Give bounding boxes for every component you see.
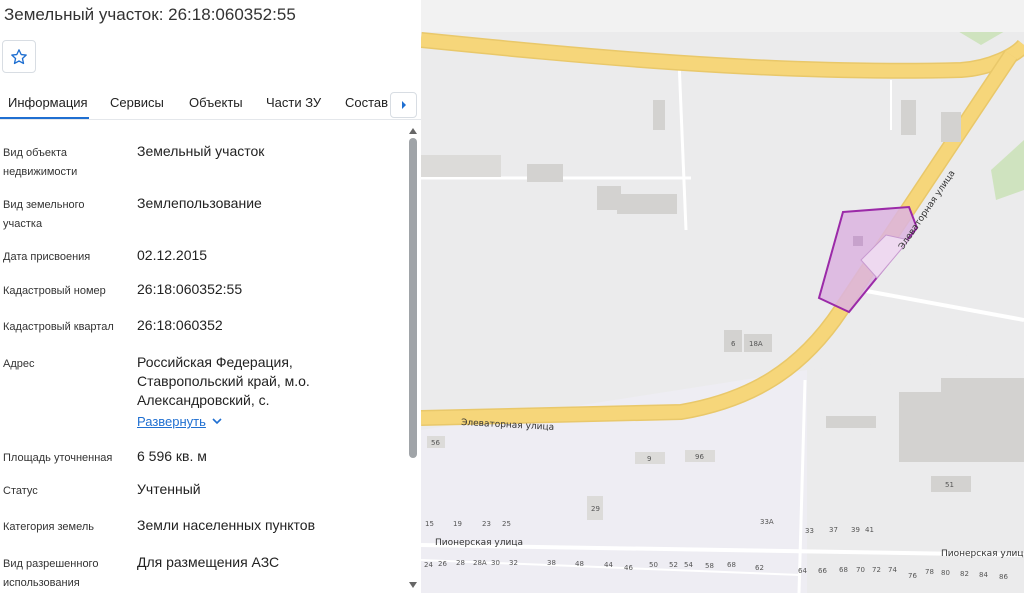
house-number-label: 44	[604, 561, 613, 569]
tab-information[interactable]: Информация	[8, 95, 88, 110]
info-panel: Земельный участок: 26:18:060352:55 Инфор…	[0, 0, 421, 593]
chevron-right-icon	[401, 101, 406, 109]
value-cadastral-quarter: 26:18:060352	[137, 317, 223, 333]
label-area: Площадь уточненная	[3, 452, 113, 464]
house-number-label: 9	[647, 455, 651, 463]
house-number-label: 23	[482, 520, 491, 528]
street-label: Пионерская улица	[435, 538, 523, 548]
page-title: Земельный участок: 26:18:060352:55	[4, 5, 296, 24]
label-status: Статус	[3, 485, 38, 497]
house-number-label: 6	[731, 340, 736, 348]
house-number-label: 38	[547, 559, 556, 567]
house-number-label: 62	[755, 564, 764, 572]
house-number-label: 37	[829, 526, 838, 534]
label-object-type: Вид объекта недвижимости	[3, 147, 78, 178]
house-number-label: 80	[941, 569, 950, 577]
value-object-type: Земельный участок	[137, 143, 265, 159]
chevron-down-icon	[212, 418, 222, 425]
house-number-label: 15	[425, 520, 434, 528]
house-number-label: 68	[839, 566, 848, 574]
house-number-label: 25	[502, 520, 511, 528]
house-number-label: 54	[684, 561, 693, 569]
house-number-label: 78	[925, 568, 934, 576]
map-view[interactable]: Элеваторная улица Элеваторная улица Пион…	[421, 0, 1024, 593]
house-number-label: 24	[424, 561, 433, 569]
value-area: 6 596 кв. м	[137, 448, 207, 464]
value-assignment-date: 02.12.2015	[137, 247, 208, 263]
value-cadastral-number: 26:18:060352:55	[137, 281, 243, 297]
active-tab-indicator	[0, 117, 89, 119]
label-cadastral-number: Кадастровый номер	[3, 285, 106, 297]
value-permitted-use: Для размещения АЗС	[137, 554, 280, 570]
house-number-label: 86	[999, 573, 1008, 581]
tab-objects[interactable]: Объекты	[189, 95, 243, 110]
house-number-label: 41	[865, 526, 874, 534]
house-number-label: 30	[491, 559, 500, 567]
house-number-label: 72	[872, 566, 881, 574]
house-number-label: 76	[908, 572, 917, 580]
street-label: Пионерская улица	[941, 549, 1024, 559]
house-number-label: 26	[438, 560, 447, 568]
favorite-button[interactable]	[2, 40, 36, 73]
label-permitted-use: Вид разрешенного использования	[3, 558, 99, 589]
map-canvas: Элеваторная улица Элеваторная улица Пион…	[421, 0, 1024, 593]
value-address: Российская Федерация, Ставропольский кра…	[137, 354, 310, 408]
label-assignment-date: Дата присвоения	[3, 251, 91, 263]
house-number-label: 70	[856, 566, 865, 574]
house-number-label: 18А	[749, 340, 763, 348]
house-number-label: 33А	[760, 518, 774, 526]
house-number-label: 46	[624, 564, 633, 572]
house-number-label: 51	[945, 481, 954, 489]
house-number-label: 33	[805, 527, 814, 535]
house-number-label: 68	[727, 561, 736, 569]
label-address: Адрес	[3, 358, 35, 370]
expand-label: Развернуть	[137, 414, 206, 429]
house-number-label: 48	[575, 560, 584, 568]
tab-services[interactable]: Сервисы	[110, 95, 164, 110]
value-parcel-type: Землепользование	[137, 195, 262, 211]
house-number-label: 19	[453, 520, 462, 528]
house-number-label: 28А	[473, 559, 487, 567]
house-number-label: 64	[798, 567, 807, 575]
house-number-label: 84	[979, 571, 988, 579]
tab-composition[interactable]: Состав	[345, 95, 388, 110]
tab-land-parts[interactable]: Части ЗУ	[266, 95, 321, 110]
expand-address-link[interactable]: Развернуть	[137, 414, 222, 429]
house-number-label: 82	[960, 570, 969, 578]
house-number-label: 29	[591, 505, 600, 513]
house-number-label: 50	[649, 561, 658, 569]
label-land-category: Категория земель	[3, 521, 94, 533]
house-number-label: 28	[456, 559, 465, 567]
label-cadastral-quarter: Кадастровый квартал	[3, 321, 114, 333]
value-land-category: Земли населенных пунктов	[137, 517, 316, 533]
house-number-label: 39	[851, 526, 860, 534]
tab-bar: Информация Сервисы Объекты Части ЗУ Сост…	[0, 86, 421, 120]
tabs-scroll-right-button[interactable]	[390, 92, 417, 118]
house-number-label: 32	[509, 559, 518, 567]
house-number-label: 52	[669, 561, 678, 569]
label-parcel-type: Вид земельного участка	[3, 199, 85, 230]
house-number-label: 66	[818, 567, 827, 575]
scroll-down-arrow-icon[interactable]	[409, 582, 417, 588]
house-number-label: 56	[431, 439, 440, 447]
panel-scrollbar[interactable]	[406, 124, 420, 593]
star-icon	[11, 48, 27, 64]
value-status: Учтенный	[137, 481, 201, 497]
scroll-thumb[interactable]	[409, 138, 417, 458]
house-number-label: 96	[695, 453, 704, 461]
house-number-label: 58	[705, 562, 714, 570]
scroll-up-arrow-icon[interactable]	[409, 128, 417, 134]
house-number-label: 74	[888, 566, 897, 574]
